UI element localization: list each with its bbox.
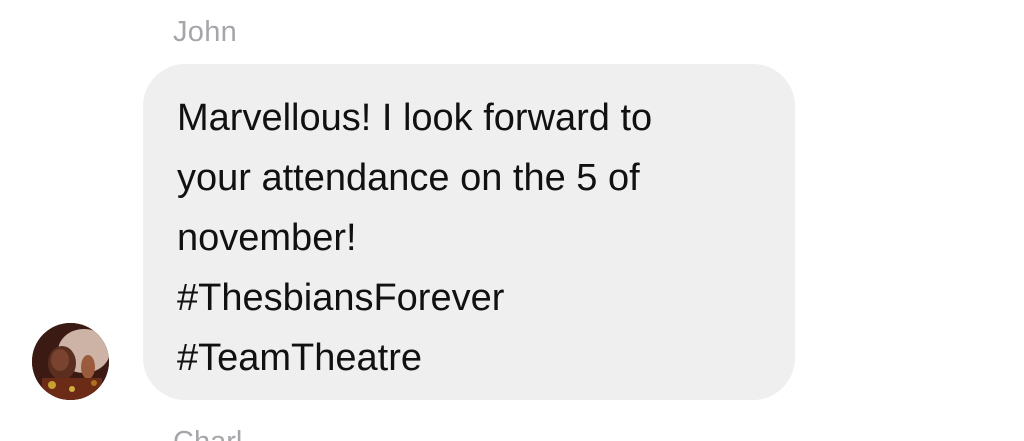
chat-thread: John Marvellous! I look forward to your … xyxy=(0,0,1024,441)
message-hashtag[interactable]: #ThesbiansForever xyxy=(177,268,775,328)
message-line: november! xyxy=(177,217,357,259)
message-line: Marvellous! I look forward to xyxy=(177,97,653,139)
next-sender-name: Charl xyxy=(173,426,242,441)
sender-avatar[interactable] xyxy=(32,323,109,400)
message-bubble[interactable]: Marvellous! I look forward to your atten… xyxy=(143,64,795,400)
avatar-photo xyxy=(32,323,109,400)
message-line: your attendance on the 5 of xyxy=(177,157,640,199)
message-hashtag[interactable]: #TeamTheatre xyxy=(177,328,775,388)
sender-name: John xyxy=(173,16,238,48)
